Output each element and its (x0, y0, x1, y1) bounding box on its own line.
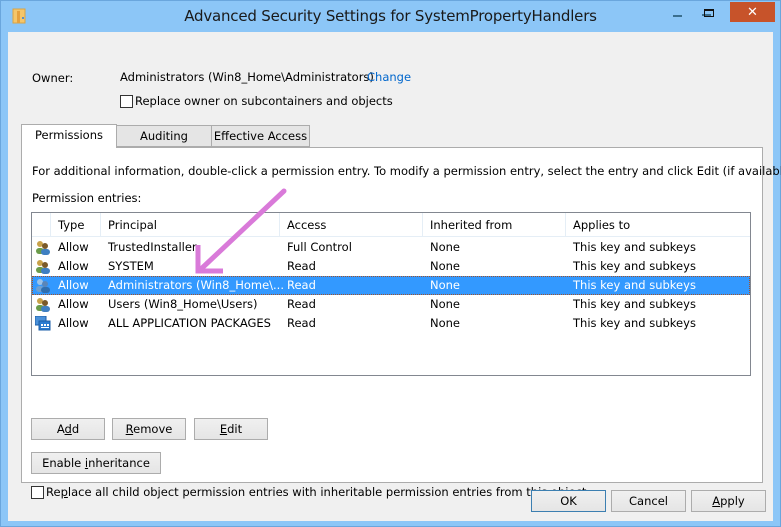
row-type: Allow (58, 259, 89, 273)
row-applies-to: This key and subkeys (573, 316, 696, 330)
column-header-access[interactable]: Access (280, 213, 423, 237)
row-inherited-from: None (430, 240, 461, 254)
row-principal: SYSTEM (108, 259, 154, 273)
app-packages-icon (35, 316, 51, 331)
minimize-button[interactable] (663, 3, 691, 23)
column-header-type[interactable]: Type (51, 213, 101, 237)
tab-permissions[interactable]: Permissions (21, 124, 117, 148)
users-group-icon (36, 260, 50, 274)
owner-value: Administrators (Win8_Home\Administrators… (120, 70, 374, 84)
row-principal: Users (Win8_Home\Users) (108, 297, 258, 311)
table-row[interactable]: Allow Users (Win8_Home\Users) Read None … (32, 295, 750, 314)
replace-child-permissions-checkbox[interactable] (31, 486, 44, 499)
row-principal: TrustedInstaller (108, 240, 197, 254)
add-label-part: d (71, 422, 80, 436)
row-inherited-from: None (430, 316, 461, 330)
row-applies-to: This key and subkeys (573, 278, 696, 292)
apply-access-key: A (712, 494, 721, 508)
column-header-principal[interactable]: Principal (101, 213, 280, 237)
permissions-panel: For additional information, double-click… (21, 147, 781, 499)
remove-label-part: emove (133, 422, 173, 436)
add-access-key: d (64, 422, 72, 436)
table-row[interactable]: Allow SYSTEM Read None This key and subk… (32, 257, 750, 276)
table-row-selected[interactable]: Allow Administrators (Win8_Home\... Read… (32, 276, 750, 295)
edit-label-part: dit (227, 422, 243, 436)
replace-owner-checkbox[interactable] (120, 95, 133, 108)
row-type: Allow (58, 316, 89, 330)
replace-child-permissions-label[interactable]: Replace all child object permission entr… (46, 485, 586, 499)
list-header: Type Principal Access Inherited from App… (32, 213, 750, 237)
row-access: Read (287, 259, 316, 273)
apply-button[interactable]: Apply (691, 490, 766, 512)
security-settings-window: Advanced Security Settings for SystemPro… (0, 0, 781, 527)
permission-entries-label: Permission entries: (32, 191, 142, 205)
users-group-icon (36, 241, 50, 255)
row-applies-to: This key and subkeys (573, 259, 696, 273)
column-header-icon[interactable] (32, 213, 51, 237)
minimize-icon (672, 15, 682, 17)
maximize-button[interactable] (693, 3, 725, 23)
table-row[interactable]: Allow TrustedInstaller Full Control None… (32, 238, 750, 257)
row-inherited-from: None (430, 297, 461, 311)
replace-label-part: lace all child object permission entries… (67, 485, 587, 499)
row-applies-to: This key and subkeys (573, 240, 696, 254)
permission-entries-list[interactable]: Type Principal Access Inherited from App… (31, 212, 751, 376)
column-header-applies-to[interactable]: Applies to (566, 213, 750, 237)
row-principal: ALL APPLICATION PACKAGES (108, 316, 271, 330)
dialog-client-area: Owner: Administrators (Win8_Home\Adminis… (8, 32, 781, 521)
tab-auditing[interactable]: Auditing (116, 125, 212, 147)
inherit-label-part: nheritance (88, 456, 150, 470)
row-type: Allow (58, 278, 89, 292)
apply-label-part: pply (720, 494, 745, 508)
row-access: Read (287, 316, 316, 330)
inherit-label-part: Enable (42, 456, 85, 470)
replace-label-part: Re (46, 485, 61, 499)
close-icon: ✕ (747, 4, 758, 20)
cancel-button[interactable]: Cancel (611, 490, 686, 512)
enable-inheritance-button[interactable]: Enable inheritance (31, 452, 161, 474)
row-type: Allow (58, 240, 89, 254)
row-applies-to: This key and subkeys (573, 297, 696, 311)
replace-access-key: p (60, 485, 68, 499)
ok-button[interactable]: OK (531, 490, 606, 512)
table-row[interactable]: Allow ALL APPLICATION PACKAGES Read None… (32, 314, 750, 333)
row-type: Allow (58, 297, 89, 311)
owner-label: Owner: (32, 71, 74, 85)
add-button[interactable]: Add (31, 418, 105, 440)
row-inherited-from: None (430, 259, 461, 273)
row-access: Read (287, 297, 316, 311)
add-label-part: A (56, 422, 65, 436)
change-owner-link[interactable]: Change (367, 70, 411, 84)
maximize-icon (704, 9, 714, 17)
close-button[interactable]: ✕ (730, 2, 775, 22)
row-principal: Administrators (Win8_Home\... (108, 278, 284, 292)
remove-button[interactable]: Remove (112, 418, 186, 440)
edit-button[interactable]: Edit (194, 418, 268, 440)
users-group-icon (36, 298, 50, 312)
row-access: Full Control (287, 240, 352, 254)
column-header-inherited-from[interactable]: Inherited from (423, 213, 566, 237)
info-text: For additional information, double-click… (32, 164, 781, 178)
row-access: Read (287, 278, 316, 292)
row-inherited-from: None (430, 278, 461, 292)
users-group-icon (36, 279, 50, 293)
tab-effective-access[interactable]: Effective Access (211, 125, 310, 147)
replace-owner-label[interactable]: Replace owner on subcontainers and objec… (135, 94, 393, 108)
